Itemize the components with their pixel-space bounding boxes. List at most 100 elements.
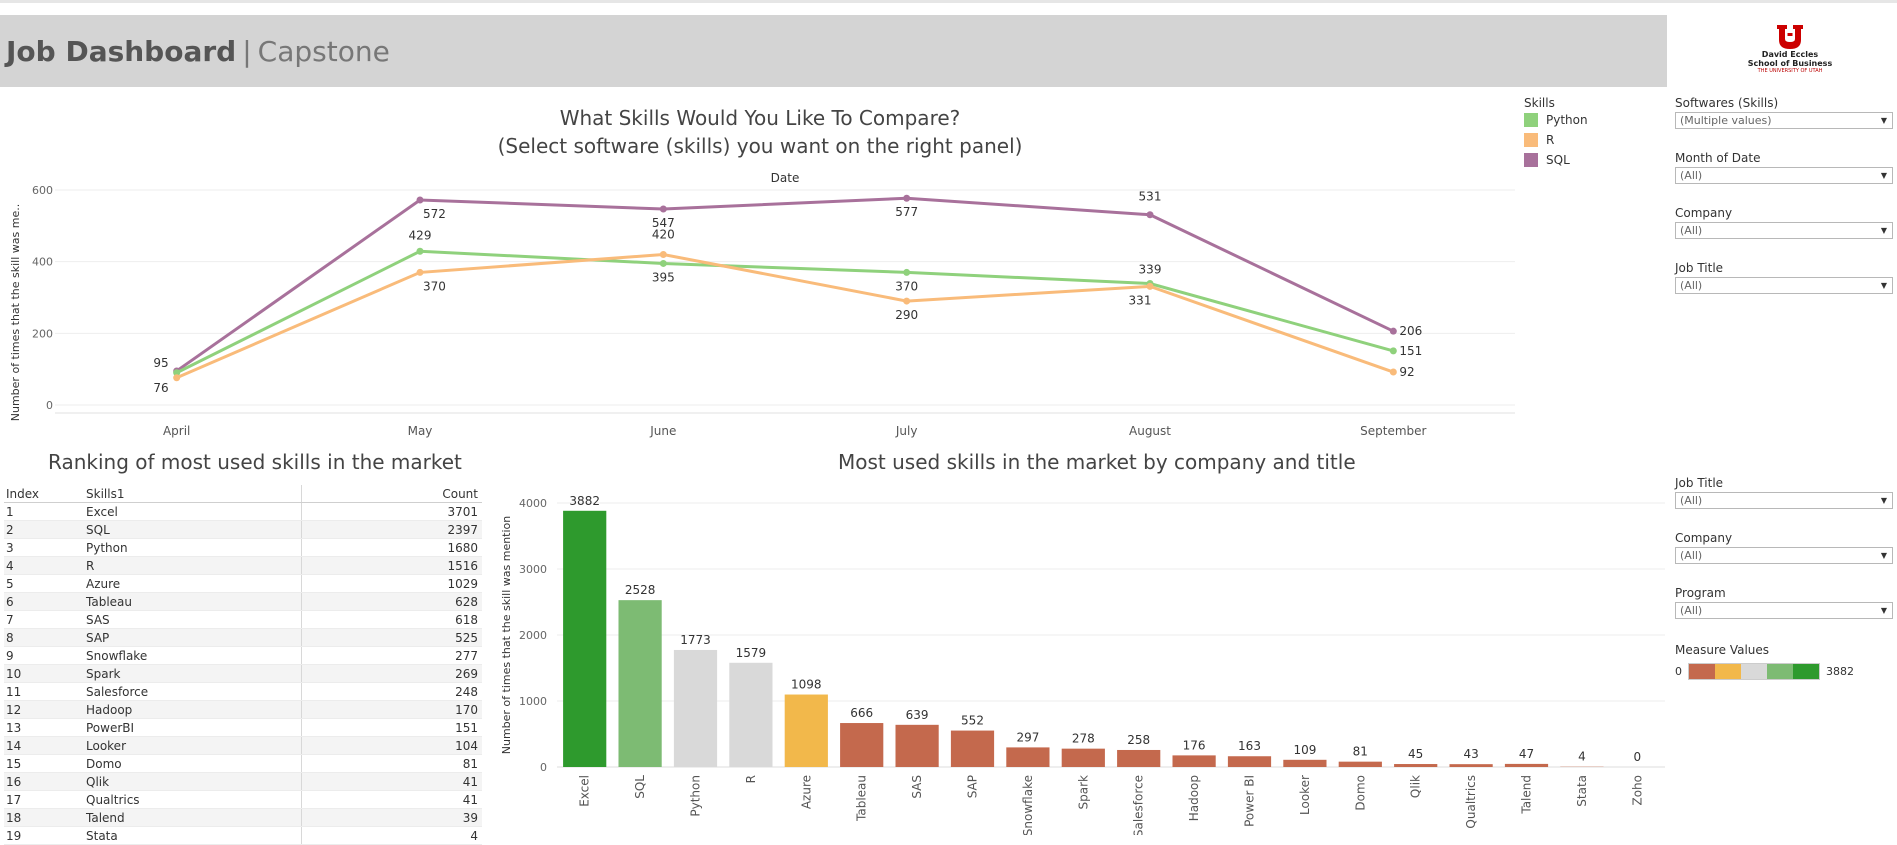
data-point-r[interactable]: [1147, 283, 1154, 290]
chevron-down-icon[interactable]: ▼: [1881, 281, 1887, 290]
data-point-r[interactable]: [1390, 369, 1397, 376]
table-row: 17Qualtrics41: [4, 791, 482, 809]
data-point-sql[interactable]: [1147, 211, 1154, 218]
cell-index: 9: [4, 649, 86, 663]
cell-skill: Tableau: [86, 593, 302, 610]
bar-excel[interactable]: [563, 511, 606, 767]
data-point-r[interactable]: [417, 269, 424, 276]
title-main: Job Dashboard: [6, 35, 236, 68]
bar-python[interactable]: [674, 650, 717, 767]
bar-power-bi[interactable]: [1228, 756, 1271, 767]
cell-index: 4: [4, 559, 86, 573]
data-label-sql: 572: [423, 207, 446, 221]
data-point-python[interactable]: [660, 260, 667, 267]
bar-looker[interactable]: [1283, 760, 1326, 767]
filter-dropdown[interactable]: (All)▼: [1675, 547, 1893, 564]
legend-item-r[interactable]: R: [1524, 130, 1644, 150]
table-row: 16Qlik41: [4, 773, 482, 791]
skills-line-chart: Date0200400600Number of times that the s…: [0, 165, 1530, 440]
cell-skill: Qlik: [86, 773, 302, 790]
table-row: 2SQL2397: [4, 521, 482, 539]
chevron-down-icon[interactable]: ▼: [1881, 116, 1887, 125]
cell-skill: Stata: [86, 827, 302, 844]
bar-r[interactable]: [729, 663, 772, 767]
x-tick-label: Snowflake: [1021, 775, 1035, 835]
bar-tableau[interactable]: [840, 723, 883, 767]
bar-hadoop[interactable]: [1172, 755, 1215, 767]
legend-label: Python: [1546, 113, 1588, 127]
data-point-python[interactable]: [1390, 347, 1397, 354]
legend-item-sql[interactable]: SQL: [1524, 150, 1644, 170]
bar-snowflake[interactable]: [1006, 747, 1049, 767]
bar-spark[interactable]: [1062, 749, 1105, 767]
title-separator: |: [242, 35, 251, 68]
data-point-sql[interactable]: [1390, 328, 1397, 335]
data-point-sql[interactable]: [903, 195, 910, 202]
bar-talend[interactable]: [1505, 764, 1548, 767]
filter-dropdown[interactable]: (All)▼: [1675, 492, 1893, 509]
data-label-python: 151: [1399, 344, 1422, 358]
cell-skill: Salesforce: [86, 683, 302, 700]
legend-item-python[interactable]: Python: [1524, 110, 1644, 130]
filter-dropdown[interactable]: (Multiple values) ▼: [1675, 112, 1893, 129]
table-row: 15Domo81: [4, 755, 482, 773]
filter-dropdown[interactable]: (All)▼: [1675, 277, 1893, 294]
table-row: 13PowerBI151: [4, 719, 482, 737]
bar-qlik[interactable]: [1394, 764, 1437, 767]
x-tick-label: SAS: [910, 775, 924, 799]
bar-value-label: 278: [1072, 732, 1095, 746]
data-point-r[interactable]: [173, 374, 180, 381]
cell-skill: SAP: [86, 629, 302, 646]
y-axis-title: Number of times that the skill was me..: [9, 204, 22, 421]
bar-domo[interactable]: [1339, 762, 1382, 767]
bar-value-label: 47: [1519, 747, 1534, 761]
chevron-down-icon[interactable]: ▼: [1881, 606, 1887, 615]
bar-sap[interactable]: [951, 731, 994, 767]
chevron-down-icon[interactable]: ▼: [1881, 496, 1887, 505]
logo-line-3: THE UNIVERSITY OF UTAH: [1740, 68, 1840, 75]
cell-skill: Qualtrics: [86, 791, 302, 808]
bar-value-label: 43: [1463, 747, 1478, 761]
table-row: 10Spark269: [4, 665, 482, 683]
data-label-sql: 531: [1139, 190, 1162, 204]
y-tick-label: 600: [32, 184, 53, 197]
data-point-r[interactable]: [903, 298, 910, 305]
cell-count: 39: [302, 811, 482, 825]
y-tick-label: 3000: [519, 563, 547, 576]
bar-sql[interactable]: [618, 600, 661, 767]
chevron-down-icon[interactable]: ▼: [1881, 551, 1887, 560]
legend-swatch: [1524, 153, 1538, 167]
data-point-sql[interactable]: [417, 197, 424, 204]
table-row: 14Looker104: [4, 737, 482, 755]
bar-salesforce[interactable]: [1117, 750, 1160, 767]
data-point-python[interactable]: [417, 248, 424, 255]
table-header-row: Index Skills1 Count: [4, 485, 482, 503]
data-point-sql[interactable]: [660, 205, 667, 212]
data-point-r[interactable]: [660, 251, 667, 258]
cell-index: 3: [4, 541, 86, 555]
cell-count: 1680: [302, 541, 482, 555]
legend-swatch: [1524, 133, 1538, 147]
filter-dropdown[interactable]: (All)▼: [1675, 167, 1893, 184]
cell-skill: SQL: [86, 521, 302, 538]
measure-color-step: [1715, 664, 1741, 679]
filter-label: Job Title: [1675, 261, 1895, 275]
bar-qualtrics[interactable]: [1449, 764, 1492, 767]
cell-index: 12: [4, 703, 86, 717]
cell-count: 81: [302, 757, 482, 771]
title-sub: Capstone: [258, 35, 390, 68]
bar-azure[interactable]: [785, 695, 828, 767]
filter-dropdown[interactable]: (All)▼: [1675, 222, 1893, 239]
x-tick-label: Domo: [1353, 775, 1367, 811]
filter-dropdown[interactable]: (All)▼: [1675, 602, 1893, 619]
cell-index: 8: [4, 631, 86, 645]
page-title: Job Dashboard|Capstone: [6, 35, 390, 68]
bar-value-label: 666: [850, 706, 873, 720]
x-tick-label: R: [744, 775, 758, 783]
data-point-python[interactable]: [903, 269, 910, 276]
chevron-down-icon[interactable]: ▼: [1881, 171, 1887, 180]
chevron-down-icon[interactable]: ▼: [1881, 226, 1887, 235]
bar-chart-title: Most used skills in the market by compan…: [838, 450, 1356, 474]
filter-value: (Multiple values): [1680, 114, 1772, 127]
bar-sas[interactable]: [895, 725, 938, 767]
